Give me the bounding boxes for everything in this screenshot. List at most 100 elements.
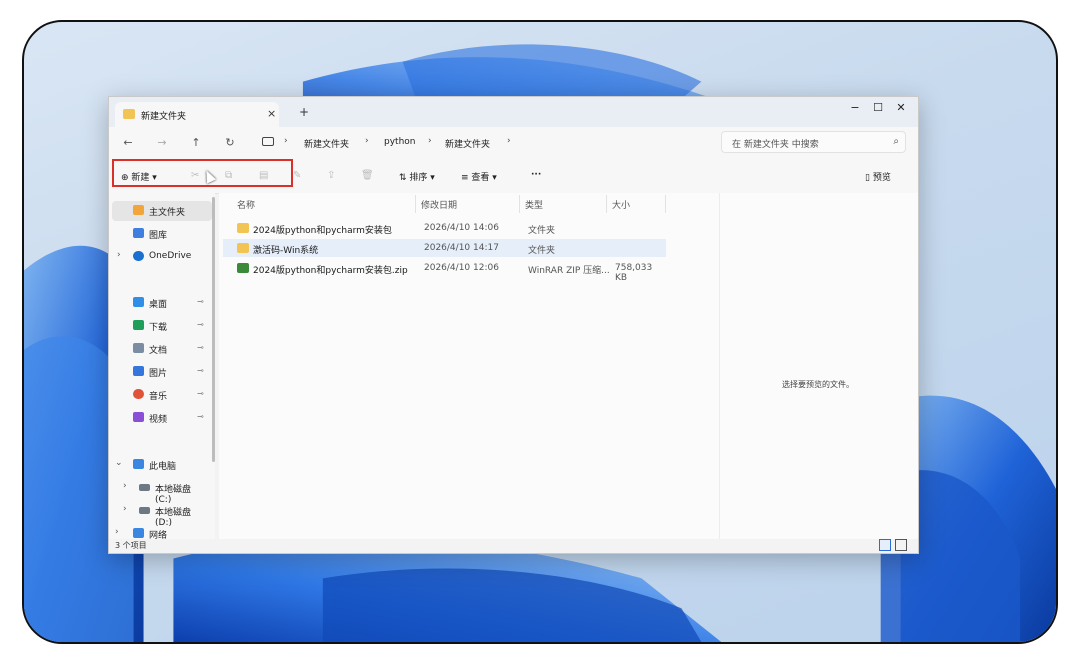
column-header-size[interactable]: 大小: [612, 198, 630, 211]
search-input[interactable]: 在 新建文件夹 中搜索 ⌕: [721, 131, 906, 153]
pin-icon: ⊸: [197, 343, 204, 352]
sidebar-item-home[interactable]: 主文件夹: [112, 201, 212, 221]
details-view-button[interactable]: [879, 539, 891, 551]
breadcrumb-separator[interactable]: ›: [428, 136, 432, 146]
column-divider[interactable]: [415, 195, 416, 213]
column-header-type[interactable]: 类型: [525, 198, 543, 211]
sidebar-item-documents[interactable]: 文档 ⊸: [109, 339, 209, 359]
sidebar-item-drive-d[interactable]: › 本地磁盘 (D:): [109, 501, 209, 528]
more-options-button[interactable]: ···: [531, 170, 541, 180]
new-tab-button[interactable]: +: [299, 105, 309, 119]
this-pc-icon[interactable]: [262, 137, 274, 146]
table-row[interactable]: 2024版python和pycharm安装包 2026/4/10 14:06 文…: [223, 219, 666, 237]
sidebar-item-music[interactable]: 音乐 ⊸: [109, 385, 209, 405]
file-name: 2024版python和pycharm安装包: [253, 226, 392, 236]
sidebar-item-label: 视频: [149, 415, 168, 425]
sidebar-item-downloads[interactable]: 下载 ⊸: [109, 316, 209, 336]
breadcrumb-new-folder-current[interactable]: 新建文件夹: [445, 137, 490, 150]
breadcrumb-python[interactable]: python: [384, 137, 415, 147]
chevron-right-icon[interactable]: ›: [117, 250, 121, 260]
preview-pane: 选择要预览的文件。: [719, 193, 918, 539]
pin-icon: ⊸: [197, 389, 204, 398]
network-icon: [133, 528, 144, 538]
tiles-view-button[interactable]: [895, 539, 907, 551]
preview-pane-button[interactable]: ▯ 预览: [865, 170, 891, 183]
sidebar-item-label: 图库: [149, 231, 168, 241]
tab-title: 新建文件夹: [141, 112, 187, 122]
breadcrumb-separator[interactable]: ›: [284, 136, 288, 146]
status-bar: 3 个项目: [109, 539, 918, 553]
drive-icon: [139, 484, 150, 491]
chevron-down-icon[interactable]: ⌄: [115, 458, 123, 468]
tab-new-folder[interactable]: 新建文件夹 ×: [115, 102, 279, 127]
up-button[interactable]: ↑: [189, 136, 203, 149]
home-icon: [133, 205, 144, 215]
file-type: WinRAR ZIP 压缩...: [528, 266, 610, 276]
share-icon[interactable]: ⇪: [327, 170, 335, 181]
address-row: ← → ↑ ↻ › 新建文件夹 › python › 新建文件夹 › 在 新建文…: [109, 127, 918, 159]
column-divider[interactable]: [519, 195, 520, 213]
sidebar-item-label: 网络: [149, 531, 168, 539]
table-row[interactable]: 激活码-Win系统 2026/4/10 14:17 文件夹: [223, 239, 666, 257]
document-icon: [133, 343, 144, 353]
preview-message: 选择要预览的文件。: [782, 380, 854, 389]
preview-label: 预览: [872, 173, 891, 183]
breadcrumb-separator[interactable]: ›: [507, 136, 511, 146]
sidebar-scrollbar[interactable]: [212, 197, 215, 462]
column-divider[interactable]: [606, 195, 607, 213]
column-header-name[interactable]: 名称: [237, 198, 255, 211]
file-list: 名称 修改日期 类型 大小 2024版python和pycharm安装包 202…: [219, 193, 719, 539]
back-button[interactable]: ←: [121, 136, 135, 149]
breadcrumb-separator[interactable]: ›: [365, 136, 369, 146]
chevron-right-icon[interactable]: ›: [115, 527, 119, 537]
sidebar-item-label: 下载: [149, 323, 168, 333]
search-placeholder: 在 新建文件夹 中搜索: [732, 140, 819, 150]
delete-icon[interactable]: 🗑: [361, 170, 374, 181]
drive-icon: [139, 507, 150, 514]
folder-icon: [237, 223, 249, 233]
maximize-button[interactable]: ☐: [867, 101, 889, 114]
file-name: 激活码-Win系统: [253, 246, 319, 256]
pin-icon: ⊸: [197, 366, 204, 375]
sidebar-item-drive-c[interactable]: › 本地磁盘 (C:): [109, 478, 209, 505]
file-size: 758,033 KB: [615, 263, 653, 283]
breadcrumb-new-folder[interactable]: 新建文件夹: [304, 137, 349, 150]
sidebar-item-desktop[interactable]: 桌面 ⊸: [109, 293, 209, 313]
music-icon: [133, 389, 144, 399]
sidebar-item-label: 音乐: [149, 392, 168, 402]
sort-label: 排序: [409, 173, 428, 183]
sidebar-item-onedrive[interactable]: › OneDrive: [109, 247, 209, 267]
sidebar-item-videos[interactable]: 视频 ⊸: [109, 408, 209, 428]
sidebar-item-label: OneDrive: [149, 251, 192, 261]
tab-close-icon[interactable]: ×: [267, 107, 276, 120]
chevron-right-icon[interactable]: ›: [123, 481, 127, 491]
refresh-button[interactable]: ↻: [223, 136, 237, 149]
rename-icon[interactable]: ✎: [293, 170, 301, 181]
file-type: 文件夹: [528, 226, 556, 236]
view-button[interactable]: ≡ 查看 ▾: [461, 170, 497, 183]
pin-icon: ⊸: [197, 320, 204, 329]
sidebar-item-network[interactable]: › 网络: [109, 524, 209, 539]
pin-icon: ⊸: [197, 412, 204, 421]
forward-button[interactable]: →: [155, 136, 169, 149]
table-row[interactable]: 2024版python和pycharm安装包.zip 2026/4/10 12:…: [223, 259, 666, 283]
column-header-date[interactable]: 修改日期: [421, 198, 457, 211]
minimize-button[interactable]: −: [844, 101, 866, 114]
chevron-right-icon[interactable]: ›: [123, 504, 127, 514]
sidebar-item-this-pc[interactable]: ⌄ 此电脑: [109, 455, 209, 475]
sidebar-item-gallery[interactable]: 图库: [109, 224, 209, 244]
search-icon: ⌕: [893, 136, 899, 147]
sort-button[interactable]: ⇅ 排序 ▾: [399, 170, 435, 183]
download-icon: [133, 320, 144, 330]
zip-archive-icon: [237, 263, 249, 273]
item-count: 3 个项目: [115, 541, 147, 550]
sidebar-item-label: 此电脑: [149, 462, 177, 472]
close-button[interactable]: ✕: [890, 101, 912, 114]
column-divider[interactable]: [665, 195, 666, 213]
desktop-icon: [133, 297, 144, 307]
navigation-pane: 主文件夹 图库 › OneDrive 桌面 ⊸ 下载 ⊸ 文档 ⊸ 图片 ⊸ 音…: [109, 193, 215, 539]
sidebar-item-pictures[interactable]: 图片 ⊸: [109, 362, 209, 382]
file-type: 文件夹: [528, 246, 556, 256]
video-icon: [133, 412, 144, 422]
gallery-icon: [133, 228, 144, 238]
